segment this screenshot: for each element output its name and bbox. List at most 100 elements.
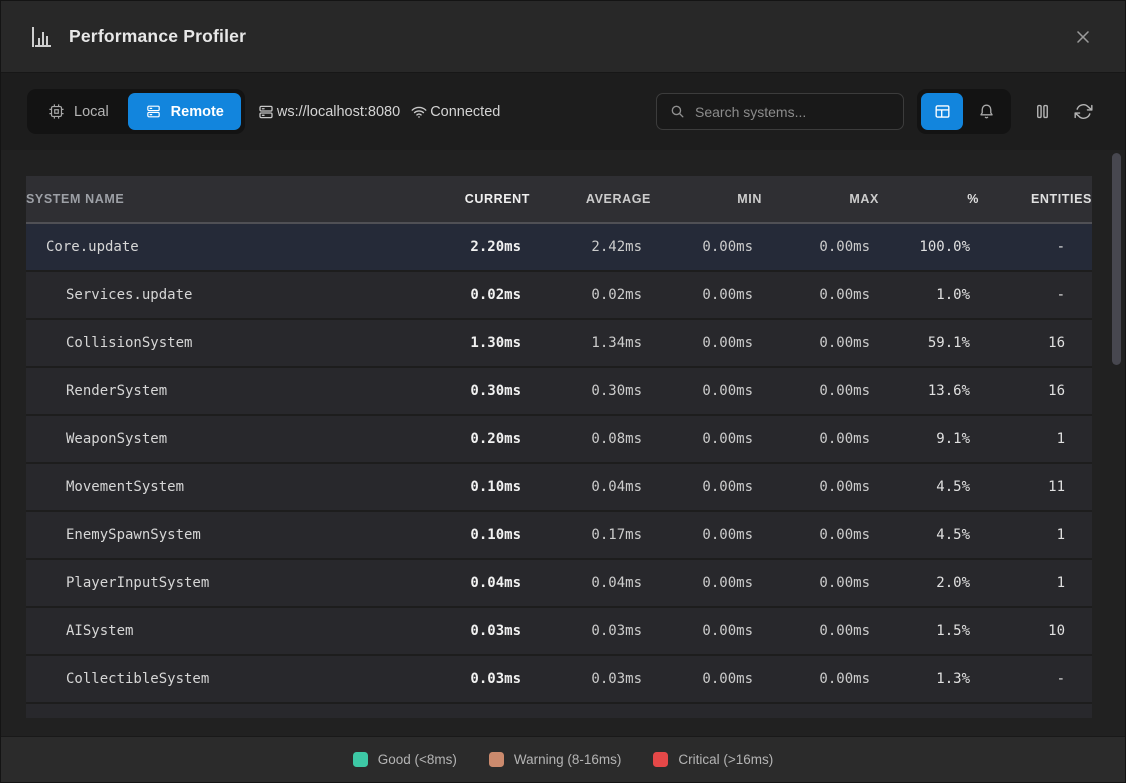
cell-average: 0.08ms [530, 431, 651, 447]
table-view-button[interactable] [921, 93, 963, 130]
table-row[interactable]: EnemySpawnSystem 0.10ms 0.17ms 0.00ms 0.… [26, 512, 1092, 560]
cell-percent: 100.0% [879, 239, 979, 255]
cell-average: 0.03ms [530, 671, 651, 687]
cell-entities: 16 [979, 383, 1092, 399]
cell-system-name: Services.update [26, 287, 430, 303]
search-box [656, 93, 904, 130]
cell-max: 0.00ms [762, 671, 879, 687]
search-icon [669, 103, 686, 120]
cell-current: 0.04ms [430, 575, 530, 591]
cell-min: 0.00ms [651, 431, 762, 447]
search-input[interactable] [695, 104, 891, 120]
cell-entities: - [979, 671, 1092, 687]
performance-profiler-window: Performance Profiler Local [0, 0, 1126, 783]
table-row[interactable]: PlayerInputSystem 0.04ms 0.04ms 0.00ms 0… [26, 560, 1092, 608]
cell-min: 0.00ms [651, 527, 762, 543]
cell-percent: 1.3% [879, 671, 979, 687]
cell-entities: 16 [979, 335, 1092, 351]
connection-info: ws://localhost:8080 Connected [257, 103, 500, 121]
cell-system-name: EnemySpawnSystem [26, 527, 430, 543]
table-row[interactable]: AISystem 0.03ms 0.03ms 0.00ms 0.00ms 1.5… [26, 608, 1092, 656]
cell-average: 0.03ms [530, 623, 651, 639]
wifi-icon [410, 103, 428, 121]
table-row[interactable]: RenderSystem 0.30ms 0.30ms 0.00ms 0.00ms… [26, 368, 1092, 416]
table-row[interactable]: Services.update 0.02ms 0.02ms 0.00ms 0.0… [26, 272, 1092, 320]
legend-item-critical: Critical (>16ms) [653, 752, 773, 767]
critical-label: Critical (>16ms) [678, 752, 773, 767]
remote-mode-button[interactable]: Remote [128, 93, 241, 130]
cell-average: 0.02ms [530, 287, 651, 303]
cell-current: 0.10ms [430, 527, 530, 543]
column-header-average[interactable]: AVERAGE [530, 192, 651, 206]
cell-percent: 2.0% [879, 575, 979, 591]
cell-percent: 59.1% [879, 335, 979, 351]
cell-entities: - [979, 287, 1092, 303]
legend: Good (<8ms) Warning (8-16ms) Critical (>… [1, 736, 1125, 782]
cell-percent: 1.0% [879, 287, 979, 303]
cell-max: 0.00ms [762, 335, 879, 351]
table-row[interactable]: CollisionSystem 1.30ms 1.34ms 0.00ms 0.0… [26, 320, 1092, 368]
column-header-max[interactable]: MAX [762, 192, 879, 206]
cell-entities: 1 [979, 431, 1092, 447]
column-header-entities[interactable]: ENTITIES [979, 192, 1092, 206]
cell-system-name: CollisionSystem [26, 335, 430, 351]
cell-max: 0.00ms [762, 383, 879, 399]
cell-average: 0.04ms [530, 479, 651, 495]
alerts-button[interactable] [965, 93, 1007, 130]
cell-max: 0.00ms [762, 623, 879, 639]
cell-current: 0.02ms [430, 287, 530, 303]
bar-chart-icon [29, 25, 53, 49]
cell-current: 0.03ms [430, 623, 530, 639]
cell-system-name: MovementSystem [26, 479, 430, 495]
titlebar: Performance Profiler [1, 1, 1125, 73]
critical-swatch [653, 752, 668, 767]
warning-label: Warning (8-16ms) [514, 752, 622, 767]
cell-percent: 4.5% [879, 527, 979, 543]
table-row[interactable]: Core.update 2.20ms 2.42ms 0.00ms 0.00ms … [26, 224, 1092, 272]
table-row[interactable]: CollectibleSystem 0.03ms 0.03ms 0.00ms 0… [26, 656, 1092, 704]
cell-entities: 10 [979, 623, 1092, 639]
pause-button[interactable] [1033, 102, 1052, 121]
table-row-partial [26, 704, 1092, 718]
column-header-min[interactable]: MIN [651, 192, 762, 206]
cell-current: 2.20ms [430, 239, 530, 255]
local-mode-label: Local [74, 104, 109, 120]
websocket-url-text: ws://localhost:8080 [277, 104, 400, 120]
cell-average: 0.30ms [530, 383, 651, 399]
table-row[interactable]: WeaponSystem 0.20ms 0.08ms 0.00ms 0.00ms… [26, 416, 1092, 464]
websocket-url: ws://localhost:8080 [257, 103, 400, 121]
cell-entities: 1 [979, 527, 1092, 543]
cell-system-name: CollectibleSystem [26, 671, 430, 687]
alerts-bell-icon [977, 102, 996, 121]
cell-percent: 9.1% [879, 431, 979, 447]
cell-percent: 1.5% [879, 623, 979, 639]
cpu-chip-icon [48, 103, 65, 120]
column-header-current[interactable]: CURRENT [430, 192, 530, 206]
local-mode-button[interactable]: Local [31, 93, 126, 130]
cell-average: 2.42ms [530, 239, 651, 255]
refresh-icon [1074, 102, 1093, 121]
cell-min: 0.00ms [651, 479, 762, 495]
systems-table-area: SYSTEM NAME CURRENT AVERAGE MIN MAX % EN… [1, 150, 1125, 736]
cell-entities: 11 [979, 479, 1092, 495]
cell-system-name: PlayerInputSystem [26, 575, 430, 591]
table-row[interactable]: MovementSystem 0.10ms 0.04ms 0.00ms 0.00… [26, 464, 1092, 512]
cell-entities: - [979, 239, 1092, 255]
legend-item-warning: Warning (8-16ms) [489, 752, 622, 767]
cell-average: 1.34ms [530, 335, 651, 351]
cell-min: 0.00ms [651, 335, 762, 351]
cell-average: 0.17ms [530, 527, 651, 543]
cell-min: 0.00ms [651, 623, 762, 639]
scrollbar-thumb[interactable] [1112, 153, 1121, 365]
cell-percent: 4.5% [879, 479, 979, 495]
column-header-percent[interactable]: % [879, 192, 979, 206]
close-button[interactable] [1069, 23, 1097, 51]
column-header-system-name[interactable]: SYSTEM NAME [26, 192, 430, 206]
refresh-button[interactable] [1074, 102, 1093, 121]
cell-max: 0.00ms [762, 527, 879, 543]
view-segmented-control [917, 89, 1011, 134]
connection-status-text: Connected [430, 104, 500, 120]
cell-min: 0.00ms [651, 575, 762, 591]
cell-min: 0.00ms [651, 239, 762, 255]
cell-entities: 1 [979, 575, 1092, 591]
